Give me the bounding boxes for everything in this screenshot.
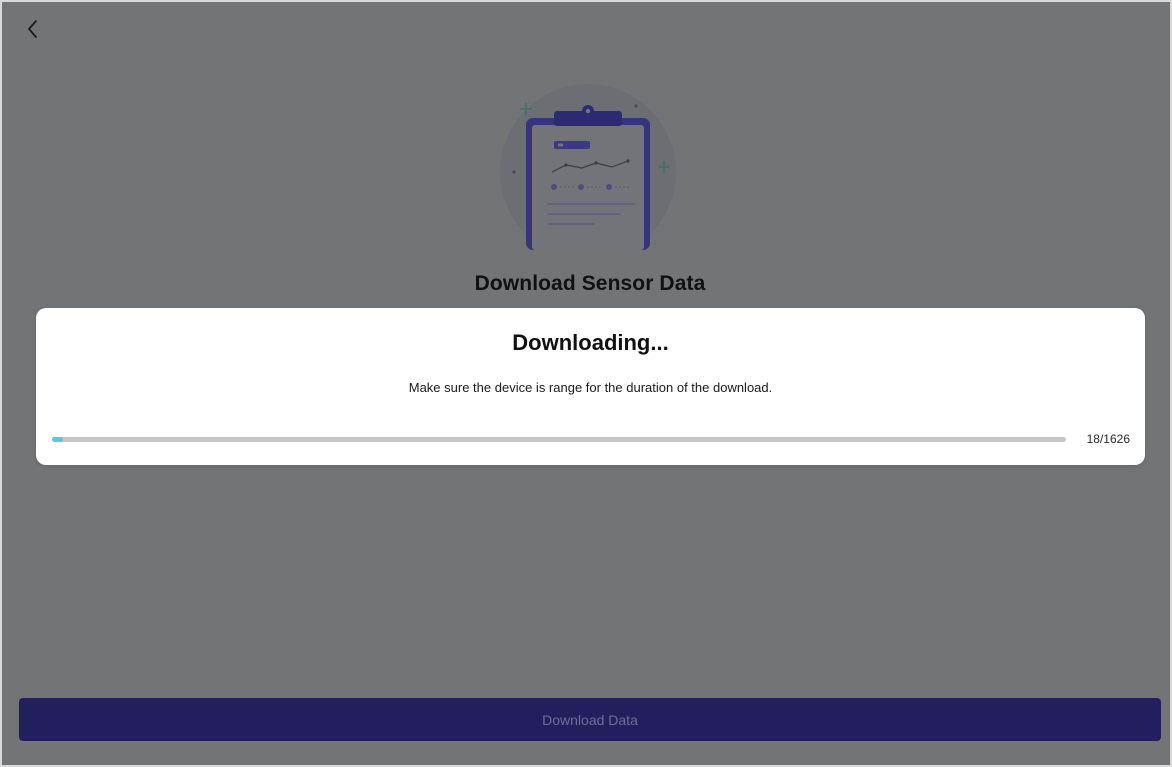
download-data-button[interactable]: Download Data bbox=[19, 698, 1161, 741]
progress-bar-fill bbox=[52, 437, 64, 442]
page-title: Download Sensor Data bbox=[474, 272, 706, 295]
back-button[interactable] bbox=[18, 14, 48, 44]
clipboard-chart-icon bbox=[500, 84, 676, 250]
dialog-message: Make sure the device is range for the du… bbox=[408, 380, 773, 395]
dialog-title: Downloading... bbox=[512, 330, 669, 355]
progress-bar bbox=[52, 437, 1066, 442]
download-progress-dialog: Downloading... Make sure the device is r… bbox=[36, 308, 1145, 465]
progress-count: 18/1626 bbox=[1086, 432, 1130, 446]
app-screen: Download Sensor Data Downloading... Make… bbox=[0, 0, 1172, 767]
download-data-button-label: Download Data bbox=[542, 711, 638, 728]
chevron-left-icon bbox=[28, 20, 37, 38]
